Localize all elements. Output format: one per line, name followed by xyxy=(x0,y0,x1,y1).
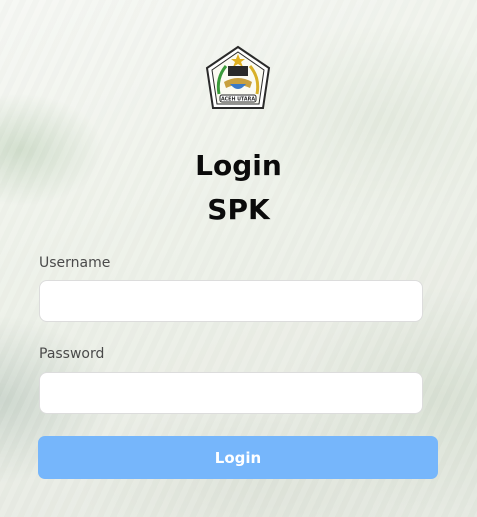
page-subtitle: SPK xyxy=(207,193,270,226)
login-page: ACEH UTARA Login SPK Username Password L… xyxy=(0,0,477,517)
username-label: Username xyxy=(39,255,111,271)
page-title: Login xyxy=(195,149,282,182)
login-button[interactable]: Login xyxy=(38,436,438,479)
password-input[interactable] xyxy=(39,372,423,414)
password-label: Password xyxy=(39,346,105,362)
aceh-utara-emblem-icon: ACEH UTARA xyxy=(205,45,271,109)
svg-text:ACEH UTARA: ACEH UTARA xyxy=(221,97,255,103)
username-input[interactable] xyxy=(39,280,423,322)
